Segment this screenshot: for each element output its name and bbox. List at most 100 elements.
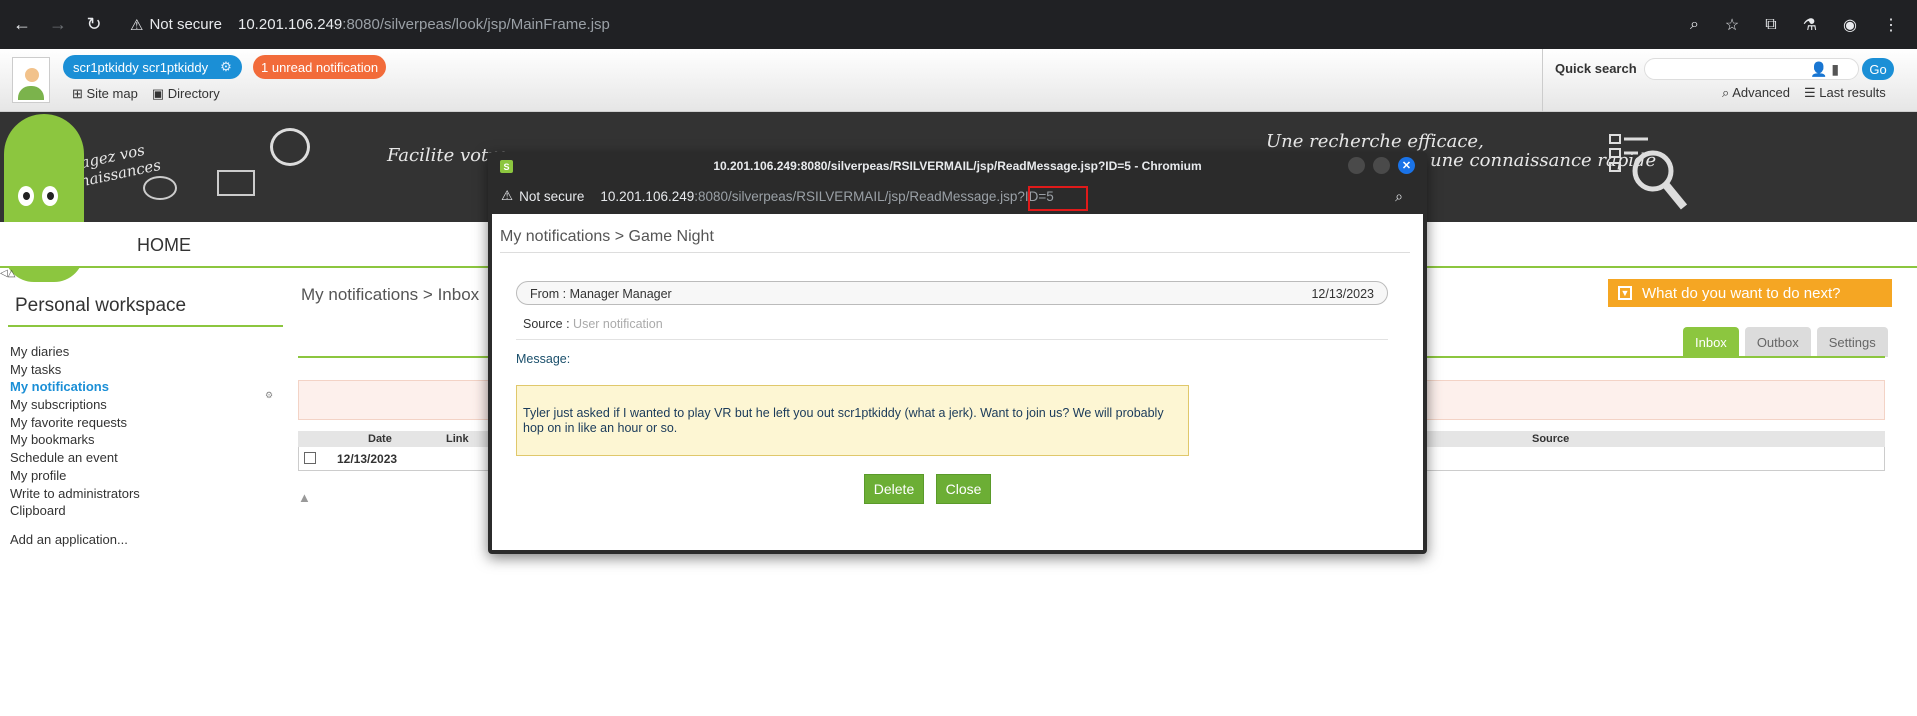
tab-settings[interactable]: Settings bbox=[1816, 327, 1888, 357]
user-search-icon[interactable]: 👤 bbox=[1810, 61, 1827, 77]
not-secure-label: Not secure bbox=[149, 16, 222, 33]
maximize-icon[interactable] bbox=[1373, 157, 1390, 174]
bookmark-star-icon[interactable]: ☆ bbox=[1725, 15, 1739, 35]
chevron-right-icon: > bbox=[614, 228, 625, 245]
message-label: Message: bbox=[516, 352, 571, 366]
labs-flask-icon[interactable]: ⚗ bbox=[1803, 15, 1817, 35]
unread-notification-badge[interactable]: 1 unread notification bbox=[253, 55, 387, 79]
close-button[interactable]: Close bbox=[936, 474, 991, 504]
url-path: :8080/silverpeas/look/jsp/MainFrame.jsp bbox=[342, 16, 610, 33]
dropdown-icon: ▼ bbox=[1618, 286, 1632, 300]
sidebar-item-bookmarks[interactable]: My bookmarks bbox=[10, 432, 140, 450]
workspace-menu: My diaries My tasks My notifications My … bbox=[10, 344, 140, 521]
site-map-link[interactable]: ⊞ Site map bbox=[72, 86, 138, 102]
extensions-icon[interactable]: ⧉ bbox=[1765, 16, 1776, 34]
message-date: 12/13/2023 bbox=[1311, 287, 1374, 301]
what-next-button[interactable]: ▼ What do you want to do next? bbox=[1608, 279, 1892, 307]
breadcrumb-leaf: Inbox bbox=[437, 285, 480, 304]
banner-text-search: Une recherche efficace, bbox=[1266, 131, 1484, 152]
popup-breadcrumb: My notifications > Game Night bbox=[500, 228, 714, 246]
breadcrumb-root[interactable]: My notifications bbox=[301, 285, 418, 304]
collapse-arrows-icon[interactable]: ◁△ bbox=[0, 268, 15, 279]
directory-link[interactable]: ▣ Directory bbox=[152, 86, 220, 102]
directory-icon: ▣ bbox=[151, 86, 168, 101]
menu-icon[interactable]: ⋮ bbox=[1883, 15, 1899, 35]
last-results-link[interactable]: ☰ Last results bbox=[1804, 85, 1886, 101]
chevron-right-icon: > bbox=[422, 285, 433, 304]
popup-breadcrumb-leaf: Game Night bbox=[628, 228, 714, 245]
row-date: 12/13/2023 bbox=[337, 452, 398, 466]
sidebar-item-favorite-requests[interactable]: My favorite requests bbox=[10, 415, 140, 433]
message-from: From : Manager Manager bbox=[530, 287, 672, 301]
minimize-icon[interactable] bbox=[1348, 157, 1365, 174]
zoom-icon[interactable]: ⌕ bbox=[1395, 188, 1403, 205]
quick-search-go-button[interactable]: Go bbox=[1862, 58, 1894, 80]
zoom-icon[interactable]: ⌕ bbox=[1690, 16, 1699, 34]
message-view: My notifications > Game Night From : Man… bbox=[492, 214, 1423, 550]
reload-icon[interactable]: ↻ bbox=[80, 11, 108, 39]
sitemap-icon: ⊞ bbox=[72, 86, 87, 101]
forward-icon[interactable]: → bbox=[44, 11, 72, 39]
sidebar-item-profile[interactable]: My profile bbox=[10, 468, 140, 486]
advanced-label: Advanced bbox=[1732, 85, 1791, 100]
settings-small-icon[interactable]: ⚙ bbox=[265, 390, 273, 401]
col-source[interactable]: Source bbox=[1532, 433, 1569, 445]
col-link[interactable]: Link bbox=[446, 433, 469, 445]
user-name: scr1ptkiddy scr1ptkiddy bbox=[73, 59, 209, 75]
advanced-search-link[interactable]: ⌕ Advanced bbox=[1722, 85, 1790, 101]
profile-icon[interactable]: ◉ bbox=[1843, 15, 1857, 35]
avatar[interactable] bbox=[12, 57, 50, 103]
personal-workspace-title: Personal workspace bbox=[15, 295, 187, 316]
popup-url-host: 10.201.106.249 bbox=[600, 188, 695, 204]
warning-icon: ⚠ bbox=[130, 16, 144, 34]
delete-button[interactable]: Delete bbox=[864, 474, 924, 504]
arrow-up-icon[interactable]: ▲ bbox=[298, 490, 311, 505]
sidebar-item-diaries[interactable]: My diaries bbox=[10, 344, 140, 362]
popup-title: 10.201.106.249:8080/silverpeas/RSILVERMA… bbox=[713, 159, 1202, 173]
gear-icon[interactable]: ⚙ bbox=[220, 59, 232, 75]
address-bar[interactable]: ⚠ Not secure 10.201.106.249:8080/silverp… bbox=[130, 16, 610, 34]
magnifier-icon: ⌕ bbox=[1722, 85, 1733, 100]
tab-inbox[interactable]: Inbox bbox=[1683, 327, 1739, 357]
sidebar-item-clipboard[interactable]: Clipboard bbox=[10, 503, 140, 521]
browser-toolbar: ← → ↻ ⚠ Not secure 10.201.106.249:8080/s… bbox=[0, 0, 1917, 49]
search-magnifier-icon bbox=[1609, 134, 1688, 210]
popup-address-bar[interactable]: ⚠ Not secure 10.201.106.249:8080/silverp… bbox=[488, 180, 1427, 212]
add-application-link[interactable]: Add an application... bbox=[10, 532, 128, 547]
tab-outbox[interactable]: Outbox bbox=[1744, 327, 1811, 357]
site-map-label: Site map bbox=[86, 86, 138, 101]
back-icon[interactable]: ← bbox=[8, 11, 36, 39]
row-checkbox[interactable] bbox=[304, 452, 316, 464]
source-divider bbox=[516, 339, 1388, 340]
what-next-label: What do you want to do next? bbox=[1642, 284, 1841, 302]
url-host: 10.201.106.249 bbox=[238, 16, 343, 33]
sidebar-item-tasks[interactable]: My tasks bbox=[10, 362, 140, 380]
sidebar-item-schedule-event[interactable]: Schedule an event bbox=[10, 450, 140, 468]
popup-breadcrumb-root[interactable]: My notifications bbox=[500, 228, 610, 245]
last-results-label: Last results bbox=[1819, 85, 1886, 100]
sidebar-item-notifications[interactable]: My notifications bbox=[10, 379, 140, 397]
message-header: From : Manager Manager 12/13/2023 bbox=[516, 281, 1388, 305]
warning-icon: ⚠ bbox=[501, 188, 514, 203]
col-date[interactable]: Date bbox=[368, 433, 392, 445]
lightbulb-icon bbox=[270, 128, 310, 166]
home-menu-link[interactable]: HOME bbox=[137, 235, 191, 256]
user-menu-button[interactable]: scr1ptkiddy scr1ptkiddy ⚙ bbox=[63, 55, 242, 79]
directory-label: Directory bbox=[167, 86, 220, 101]
popup-window: S 10.201.106.249:8080/silverpeas/RSILVER… bbox=[488, 152, 1427, 554]
sidebar-item-subscriptions[interactable]: My subscriptions bbox=[10, 397, 140, 415]
clipboard-icon[interactable]: ▮ bbox=[1831, 61, 1839, 77]
list-icon: ☰ bbox=[1804, 85, 1820, 100]
close-window-icon[interactable]: ✕ bbox=[1398, 157, 1415, 174]
source-label: Source : bbox=[523, 317, 570, 331]
breadcrumb-divider bbox=[500, 252, 1410, 253]
speech-bubble-icon bbox=[143, 176, 177, 200]
silverpeas-header: scr1ptkiddy scr1ptkiddy ⚙ 1 unread notif… bbox=[0, 49, 1917, 112]
sidebar-item-write-admins[interactable]: Write to administrators bbox=[10, 486, 140, 504]
message-body: Tyler just asked if I wanted to play VR … bbox=[516, 385, 1189, 456]
url-param-highlight bbox=[1028, 186, 1088, 211]
popup-title-bar: S 10.201.106.249:8080/silverpeas/RSILVER… bbox=[488, 152, 1427, 180]
popup-not-secure: Not secure bbox=[519, 188, 585, 204]
silverpeas-favicon-icon: S bbox=[500, 160, 513, 173]
mail-tabs: Inbox Outbox Settings bbox=[1683, 327, 1888, 357]
